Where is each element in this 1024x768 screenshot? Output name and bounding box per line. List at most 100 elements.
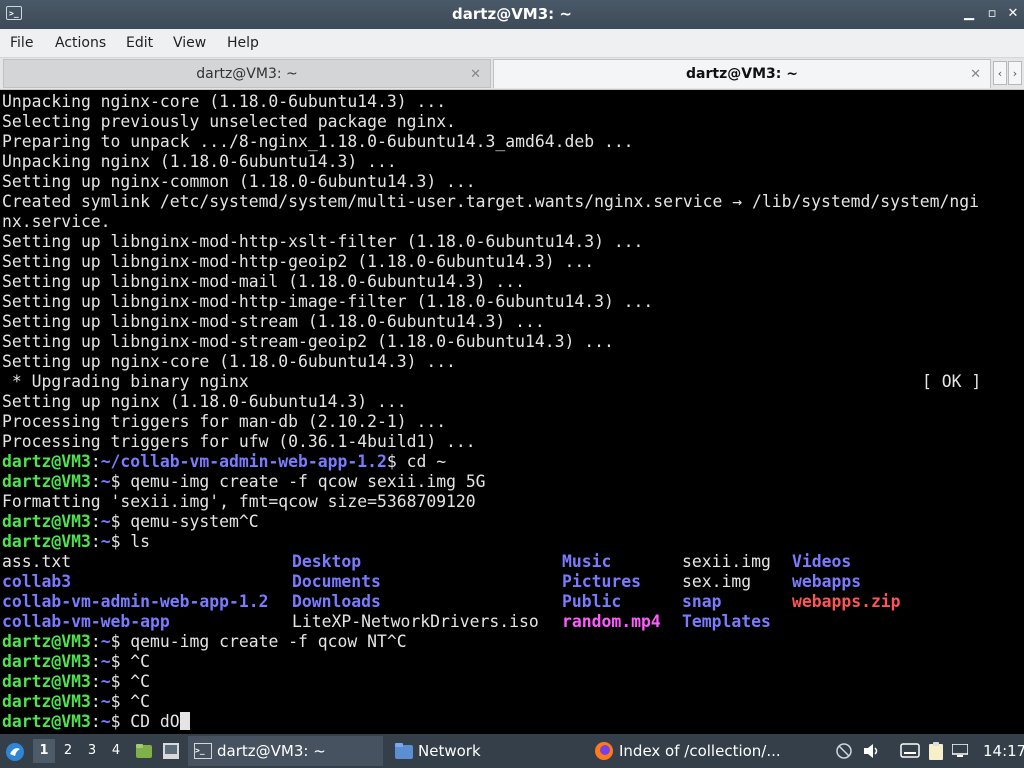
prompt-line: dartz@VM3:~$ CD dO (2, 712, 190, 732)
prompt-user: dartz@VM3 (2, 532, 91, 551)
prompt-line: dartz@VM3:~$ qemu-system^C (2, 512, 259, 532)
ls-entry: Pictures (562, 572, 641, 591)
prompt-line: dartz@VM3:~$ ^C (2, 672, 150, 692)
tab-bar: dartz@VM3: ~ ✕ dartz@VM3: ~ ✕ (0, 58, 1024, 90)
task-network[interactable]: Network (389, 736, 584, 766)
ls-entry: Music (562, 552, 612, 571)
prompt-path: ~ (100, 672, 111, 691)
terminal-output-line: Preparing to unpack .../8-nginx_1.18.0-6… (2, 132, 634, 151)
prompt-colon: : (90, 712, 101, 731)
workspace-3[interactable]: 3 (81, 739, 103, 763)
prompt-line: dartz@VM3:~$ qemu-img create -f qcow sex… (2, 472, 486, 492)
firefox-icon (595, 742, 613, 760)
prompt-path: ~ (100, 532, 111, 551)
terminal-output-line: Setting up libnginx-mod-http-image-filte… (2, 292, 654, 311)
ls-entry: sex.img (682, 572, 752, 591)
ls-entry: webapps (792, 572, 862, 591)
window-title: dartz@VM3: ~ (452, 5, 572, 23)
terminal-output-line: Unpacking nginx-core (1.18.0-6ubuntu14.3… (2, 92, 447, 111)
taskbar: 1 2 3 4 >_ dartz@VM3: ~ Network Index of… (0, 734, 1024, 768)
prompt-line: dartz@VM3:~$ ls (2, 532, 150, 552)
clock[interactable]: 14:17 (983, 734, 1024, 768)
prompt-path: ~ (100, 632, 111, 651)
terminal-view[interactable]: Unpacking nginx-core (1.18.0-6ubuntu14.3… (0, 92, 1024, 734)
command-text: qemu-img create -f qcow NT^C (120, 632, 407, 651)
file-manager-launcher-icon[interactable] (135, 742, 153, 760)
menu-view[interactable]: View (173, 29, 206, 57)
ls-entry: ass.txt (2, 552, 72, 571)
task-terminal[interactable]: >_ dartz@VM3: ~ (188, 736, 383, 766)
ls-entry: random.mp4 (562, 612, 661, 631)
task-label: Network (418, 742, 481, 760)
start-menu-icon[interactable] (5, 742, 25, 762)
maximize-icon[interactable]: ▫ (983, 5, 1001, 23)
prompt-line: dartz@VM3:~/collab-vm-admin-web-app-1.2$… (2, 452, 446, 472)
prompt-path: ~ (100, 512, 111, 531)
ls-entry: sexii.img (682, 552, 771, 571)
close-icon[interactable]: ✕ (1004, 5, 1022, 23)
menu-help[interactable]: Help (227, 29, 259, 57)
keyboard-icon[interactable] (900, 743, 920, 759)
prompt-dollar: $ (110, 472, 121, 491)
tab-scroll-right-icon[interactable]: › (1008, 61, 1022, 85)
show-desktop-icon[interactable] (162, 742, 180, 760)
tab-close-icon[interactable]: ✕ (470, 60, 481, 89)
terminal-output-line: Formatting 'sexii.img', fmt=qcow size=53… (2, 492, 476, 511)
network-status-icon[interactable] (952, 744, 968, 758)
prompt-colon: : (90, 452, 101, 471)
ls-entry: snap (682, 592, 722, 611)
prompt-user: dartz@VM3 (2, 672, 91, 691)
terminal-output-line: Setting up nginx (1.18.0-6ubuntu14.3) ..… (2, 392, 407, 411)
prompt-line: dartz@VM3:~$ qemu-img create -f qcow NT^… (2, 632, 407, 652)
tab-scroll-left-icon[interactable]: ‹ (993, 61, 1007, 85)
prompt-line: dartz@VM3:~$ ^C (2, 652, 150, 672)
command-text: qemu-img create -f qcow sexii.img 5G (120, 472, 486, 491)
ls-output-row: collab3 Documents Pictures sex.img webapps (0, 572, 1024, 592)
terminal-output-line: Setting up libnginx-mod-stream (1.18.0-6… (2, 312, 545, 331)
tab-1[interactable]: dartz@VM3: ~ ✕ (3, 59, 491, 88)
command-text: ^C (120, 652, 151, 671)
prompt-dollar: $ (110, 532, 121, 551)
terminal-output-line: nx.service. (2, 212, 111, 231)
terminal-icon: >_ (194, 743, 212, 759)
tab-close-icon[interactable]: ✕ (970, 60, 981, 89)
ls-entry: collab-vm-admin-web-app-1.2 (2, 592, 269, 611)
task-firefox[interactable]: Index of /collection/... (590, 736, 785, 766)
prompt-dollar: $ (110, 632, 121, 651)
clipboard-icon[interactable] (927, 741, 945, 761)
volume-icon[interactable] (862, 742, 880, 760)
prompt-dollar: $ (386, 452, 397, 471)
prompt-path: ~ (100, 712, 111, 731)
terminal-output-line: Unpacking nginx (1.18.0-6ubuntu14.3) ... (2, 152, 397, 171)
terminal-output-line: Setting up libnginx-mod-http-geoip2 (1.1… (2, 252, 595, 271)
terminal-output-line: Setting up nginx-common (1.18.0-6ubuntu1… (2, 172, 476, 191)
prompt-colon: : (90, 512, 101, 531)
menu-actions[interactable]: Actions (55, 29, 106, 57)
prompt-path: ~ (100, 472, 111, 491)
prompt-path: ~/collab-vm-admin-web-app-1.2 (100, 452, 387, 471)
terminal-output-line: Created symlink /etc/systemd/system/mult… (2, 192, 979, 211)
network-tray-icon[interactable] (836, 743, 852, 759)
menu-file[interactable]: File (10, 29, 33, 57)
minimize-icon[interactable]: ▁ (960, 5, 978, 23)
ls-entry: collab3 (2, 572, 72, 591)
task-label: Index of /collection/... (619, 742, 781, 760)
prompt-dollar: $ (110, 672, 121, 691)
command-text: ls (120, 532, 151, 551)
folder-icon (395, 743, 413, 759)
menu-edit[interactable]: Edit (126, 29, 153, 57)
ls-entry: LiteXP-NetworkDrivers.iso (292, 612, 539, 631)
prompt-path: ~ (100, 692, 111, 711)
tab-2[interactable]: dartz@VM3: ~ ✕ (493, 59, 991, 88)
ls-entry: Templates (682, 612, 771, 631)
prompt-user: dartz@VM3 (2, 712, 91, 731)
workspace-2[interactable]: 2 (57, 739, 79, 763)
ls-entry: Public (562, 592, 622, 611)
workspace-4[interactable]: 4 (105, 739, 127, 763)
prompt-colon: : (90, 532, 101, 551)
prompt-colon: : (90, 632, 101, 651)
workspace-1[interactable]: 1 (33, 739, 55, 763)
terminal-output-line: Processing triggers for ufw (0.36.1-4bui… (2, 432, 476, 451)
prompt-user: dartz@VM3 (2, 452, 91, 471)
prompt-colon: : (90, 692, 101, 711)
